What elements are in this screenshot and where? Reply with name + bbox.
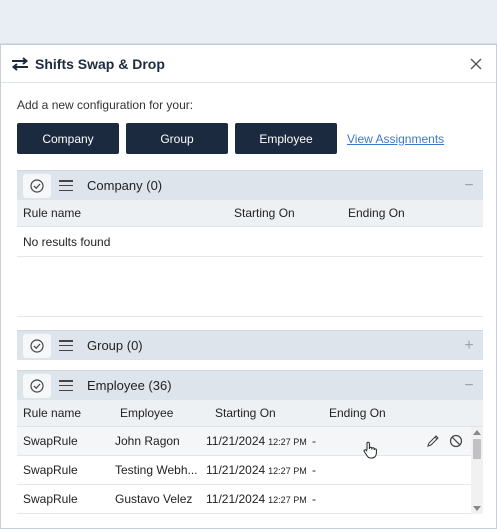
collapse-toggle[interactable]: − (455, 377, 483, 395)
pencil-icon[interactable] (426, 434, 440, 451)
group-panel-header[interactable]: Group (0) + (17, 330, 483, 360)
start-date: 11/21/2024 (206, 463, 266, 477)
scroll-up-arrow-icon[interactable] (473, 430, 481, 435)
background-window (0, 0, 497, 44)
column-rule-name: Rule name (23, 406, 82, 420)
start-time: 12:27 PM (268, 495, 307, 505)
start-date: 11/21/2024 (206, 492, 266, 506)
intro-text: Add a new configuration for your: (17, 98, 194, 112)
starting-on-cell: 11/21/2024 12:27 PM (206, 492, 307, 506)
start-time: 12:27 PM (268, 466, 307, 476)
employee-button[interactable]: Employee (235, 123, 337, 154)
rule-name-cell: SwapRule (23, 492, 78, 506)
check-circle-icon[interactable] (23, 333, 51, 358)
swap-drop-dialog: Shifts Swap & Drop Add a new configurati… (0, 44, 497, 529)
view-assignments-link[interactable]: View Assignments (347, 132, 444, 146)
scroll-thumb[interactable] (473, 439, 481, 459)
table-row[interactable]: SwapRule Gustavo Velez 11/21/2024 12:27 P… (17, 485, 483, 514)
column-ending-on: Ending On (329, 406, 386, 420)
hamburger-icon[interactable] (59, 180, 73, 191)
employee-cell: John Ragon (115, 434, 180, 448)
column-starting-on: Starting On (215, 406, 276, 420)
company-column-header: Rule name Starting On Ending On (17, 200, 483, 227)
group-panel-title: Group (0) (87, 338, 143, 353)
column-starting-on: Starting On (234, 206, 295, 220)
table-row[interactable]: SwapRule John Ragon 11/21/2024 12:27 PM - (17, 427, 483, 459)
column-rule-name: Rule name (23, 206, 82, 220)
company-panel-spacer (17, 257, 483, 317)
employee-panel-header[interactable]: Employee (36) − (17, 370, 483, 400)
employee-panel-title: Employee (36) (87, 378, 172, 393)
rule-name-cell: SwapRule (23, 463, 78, 477)
ending-on-cell: - (312, 463, 316, 477)
vertical-scrollbar[interactable] (471, 427, 483, 514)
expand-toggle[interactable]: + (455, 337, 483, 355)
company-panel-header[interactable]: Company (0) − (17, 170, 483, 200)
check-circle-icon[interactable] (23, 173, 51, 198)
dialog-title: Shifts Swap & Drop (35, 55, 165, 72)
employee-column-header: Rule name Employee Starting On Ending On (17, 400, 483, 427)
employee-cell: Testing Webh... (115, 463, 198, 477)
scroll-down-arrow-icon[interactable] (473, 506, 481, 511)
group-panel: Group (0) + (17, 330, 483, 360)
check-circle-icon[interactable] (23, 373, 51, 398)
hamburger-icon[interactable] (59, 380, 73, 391)
empty-message: No results found (23, 234, 111, 249)
swap-arrows-icon (11, 56, 29, 71)
employee-cell: Gustavo Velez (115, 492, 193, 506)
collapse-toggle[interactable]: − (455, 177, 483, 195)
column-employee: Employee (120, 406, 174, 420)
table-row[interactable]: SwapRule Testing Webh... 11/21/2024 12:27… (17, 456, 483, 485)
ending-on-cell: - (312, 492, 316, 506)
close-icon[interactable] (466, 54, 486, 74)
employee-panel: Employee (36) − Rule name Employee Start… (17, 370, 483, 514)
config-button-row: Company Group Employee View Assignments (17, 123, 444, 154)
dialog-header: Shifts Swap & Drop (1, 45, 496, 83)
company-button[interactable]: Company (17, 123, 119, 154)
starting-on-cell: 11/21/2024 12:27 PM (206, 463, 307, 477)
start-date: 11/21/2024 (206, 434, 266, 448)
hamburger-icon[interactable] (59, 340, 73, 351)
empty-row: No results found (17, 227, 483, 257)
rule-name-cell: SwapRule (23, 434, 78, 448)
column-ending-on: Ending On (348, 206, 405, 220)
company-panel-title: Company (0) (87, 178, 163, 193)
employee-table-body: SwapRule John Ragon 11/21/2024 12:27 PM -… (17, 427, 483, 514)
starting-on-cell: 11/21/2024 12:27 PM (206, 434, 307, 448)
start-time: 12:27 PM (268, 437, 307, 447)
company-panel: Company (0) − Rule name Starting On Endi… (17, 170, 483, 317)
group-button[interactable]: Group (126, 123, 228, 154)
ending-on-cell: - (312, 434, 316, 448)
block-icon[interactable] (449, 434, 463, 451)
